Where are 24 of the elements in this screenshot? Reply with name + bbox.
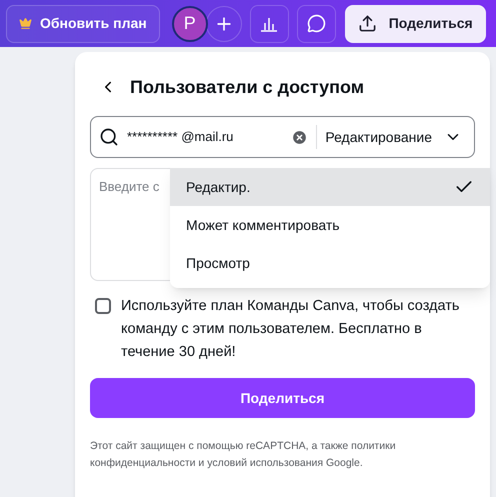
upgrade-button[interactable]: Обновить план: [6, 4, 160, 42]
bar-chart-icon: [260, 16, 278, 32]
user-avatar[interactable]: P: [172, 6, 208, 42]
recaptcha-notice: Этот сайт защищен с помощью reCAPTCHA, а также политики конфиденциальности и условий использования Google.: [90, 439, 397, 471]
menu-item[interactable]: Может комментировать: [170, 206, 490, 244]
submit-share-button[interactable]: Поделиться: [90, 378, 475, 418]
permission-select[interactable]: Редактирование: [325, 126, 466, 148]
clear-icon: [291, 128, 308, 146]
speech-bubble-icon: [306, 14, 326, 33]
menu-item[interactable]: Редактир.: [170, 168, 490, 206]
chart-button[interactable]: [250, 4, 289, 42]
menu-item[interactable]: Просмотр: [170, 244, 490, 282]
team-checkbox[interactable]: [95, 298, 111, 314]
search-icon: [99, 127, 119, 147]
email-field[interactable]: ********** @mail.ru Редактирование: [90, 116, 475, 158]
add-user-button[interactable]: [206, 6, 242, 42]
team-option-label: Используйте план Команды Canva, чтобы создать команду с этим пользователем. Бесплатно в течение 30 дней!: [121, 297, 460, 362]
share-button[interactable]: Поделиться: [344, 4, 486, 42]
comment-button[interactable]: [296, 4, 336, 42]
panel-title: Пользователи с доступом: [130, 76, 364, 99]
upload-icon: [358, 14, 377, 33]
email-value: ********** @mail.ru: [127, 128, 234, 146]
crown-icon: [19, 17, 32, 30]
clear-button[interactable]: [291, 128, 308, 146]
